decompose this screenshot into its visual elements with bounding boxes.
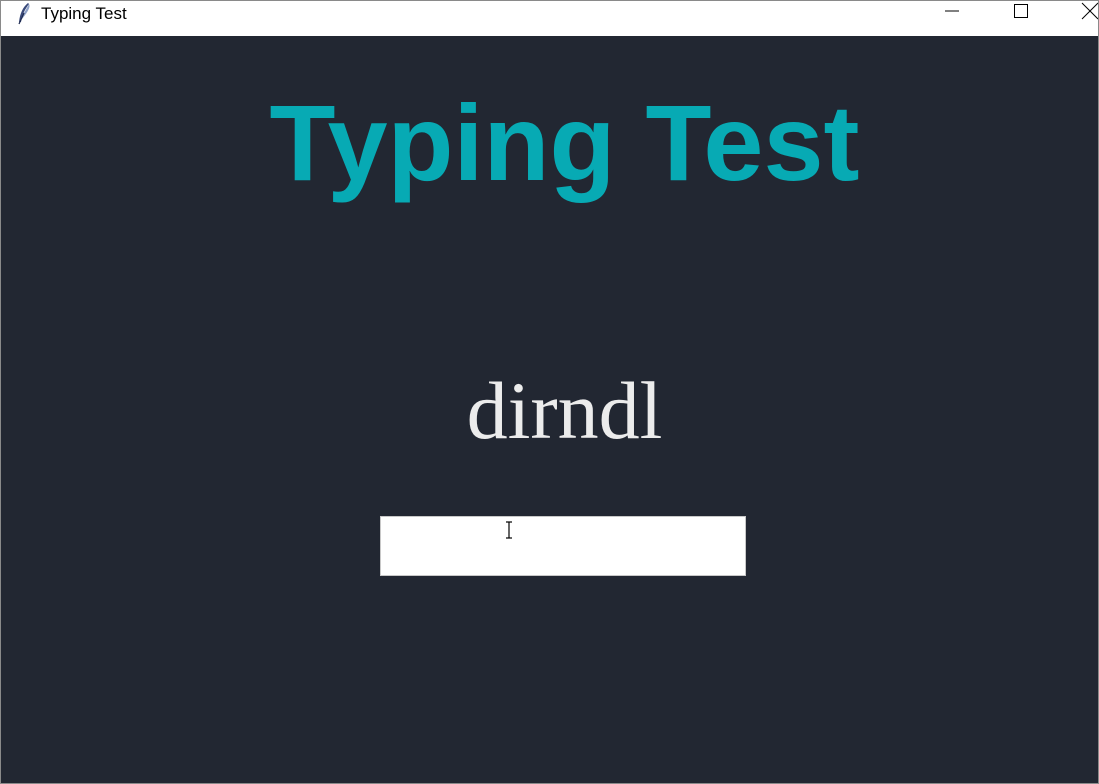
title-bar[interactable]: Typing Test: [1, 1, 1098, 35]
main-content: Typing Test dirndl: [1, 36, 1098, 783]
close-button[interactable]: [1067, 1, 1098, 25]
app-window: Typing Test Typing Test dirndl: [0, 0, 1099, 784]
minimize-icon: [944, 3, 960, 24]
window-title: Typing Test: [41, 4, 127, 23]
page-title: Typing Test: [269, 82, 860, 203]
maximize-icon: [1013, 3, 1029, 24]
minimize-button[interactable]: [929, 1, 975, 25]
feather-icon: [15, 2, 35, 26]
target-word: dirndl: [466, 365, 663, 456]
maximize-button[interactable]: [998, 1, 1044, 25]
close-icon: [1081, 2, 1098, 25]
typing-input[interactable]: [380, 516, 746, 576]
